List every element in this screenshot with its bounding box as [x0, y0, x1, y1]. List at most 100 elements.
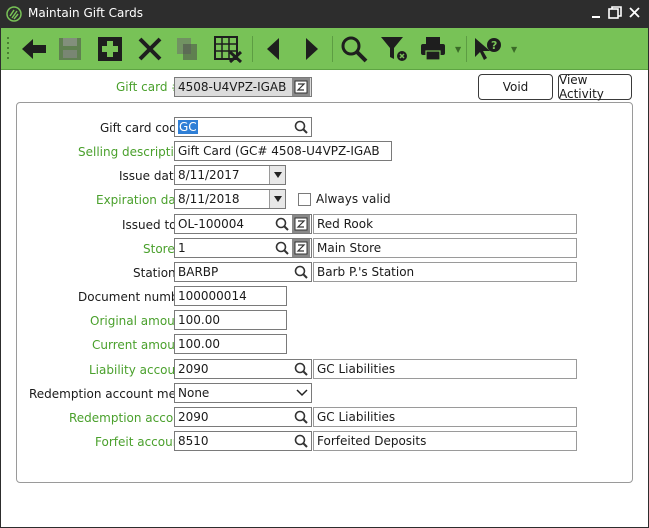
- station-lookup-button[interactable]: [292, 263, 310, 281]
- view-activity-button-label: View Activity: [559, 73, 604, 101]
- void-button[interactable]: Void: [478, 74, 553, 100]
- liability-account-lookup-button[interactable]: [292, 360, 310, 378]
- issue-date-dropdown-button[interactable]: [269, 166, 285, 184]
- gift-card-number-value: 4508-U4VPZ-IGAB: [178, 80, 287, 94]
- forfeit-account-lookup-button[interactable]: [292, 432, 310, 450]
- document-number-value: 100000014: [178, 289, 247, 303]
- maximize-button[interactable]: [606, 4, 624, 22]
- store-zoom-button[interactable]: [292, 239, 310, 257]
- issued-to-zoom-button[interactable]: [292, 215, 310, 233]
- document-number-input[interactable]: 100000014: [174, 286, 287, 306]
- toolbar-grip-icon: [7, 37, 9, 59]
- original-amount-value: 100.00: [178, 313, 220, 327]
- liability-account-description: GC Liabilities: [313, 359, 577, 379]
- issued-to-description-value: Red Rook: [317, 217, 374, 231]
- next-button[interactable]: [296, 33, 328, 65]
- store-value: 1: [178, 241, 186, 255]
- search-button[interactable]: [338, 33, 370, 65]
- minimize-icon: [592, 16, 600, 18]
- toolbar-separator: [252, 36, 253, 62]
- redemption-account-lookup-button[interactable]: [292, 408, 310, 426]
- station-value: BARBP: [178, 265, 219, 279]
- forfeit-account-value: 8510: [178, 434, 209, 448]
- toolbar-separator: [466, 36, 467, 62]
- current-amount-input[interactable]: 100.00: [174, 334, 287, 354]
- issued-to-description: Red Rook: [313, 214, 577, 234]
- original-amount-label: Original amount: [90, 314, 188, 328]
- add-button[interactable]: [94, 33, 126, 65]
- issued-to-value: OL-100004: [178, 217, 245, 231]
- search-icon: [275, 241, 289, 255]
- zoom-detail-icon: [294, 241, 308, 255]
- redemption-account-description: GC Liabilities: [313, 407, 577, 427]
- title-bar: Maintain Gift Cards: [0, 0, 649, 28]
- redemption-account-method-value: None: [178, 386, 210, 400]
- previous-arrow-icon: [267, 38, 279, 60]
- chevron-down-icon: [296, 389, 308, 397]
- previous-button[interactable]: [257, 33, 289, 65]
- maximize-icon: [608, 6, 622, 19]
- station-description-value: Barb P.'s Station: [317, 265, 415, 279]
- search-icon: [294, 362, 308, 376]
- issued-to-label: Issued to: [122, 218, 177, 232]
- search-icon: [294, 265, 308, 279]
- liability-account-value: 2090: [178, 362, 209, 376]
- station-description: Barb P.'s Station: [313, 262, 577, 282]
- grid-delete-button[interactable]: [212, 33, 244, 65]
- selling-description-value: Gift Card (GC# 4508-U4VPZ-IGAB: [178, 144, 380, 158]
- current-amount-label: Current amount: [92, 338, 188, 352]
- issued-to-lookup-button[interactable]: [273, 215, 291, 233]
- filter-icon: [381, 37, 407, 61]
- save-button[interactable]: [54, 33, 86, 65]
- current-amount-value: 100.00: [178, 337, 220, 351]
- print-dropdown-icon[interactable]: ▼: [455, 45, 461, 54]
- copy-button[interactable]: [172, 33, 204, 65]
- always-valid-label: Always valid: [316, 192, 391, 206]
- zoom-detail-icon: [294, 80, 308, 94]
- svg-text:?: ?: [491, 39, 497, 52]
- dropdown-arrow-icon: [273, 172, 282, 178]
- close-button[interactable]: [626, 4, 644, 22]
- filter-button[interactable]: [378, 33, 410, 65]
- search-icon: [341, 36, 368, 63]
- add-icon: [98, 37, 122, 61]
- selling-description-input[interactable]: Gift Card (GC# 4508-U4VPZ-IGAB: [174, 141, 392, 161]
- search-icon: [275, 217, 289, 231]
- grid-delete-icon: [214, 36, 243, 63]
- help-button[interactable]: ?: [472, 33, 504, 65]
- store-lookup-button[interactable]: [273, 239, 291, 257]
- void-button-label: Void: [502, 80, 529, 94]
- redemption-method-dropdown-button[interactable]: [293, 384, 311, 402]
- back-arrow-icon: [22, 39, 46, 59]
- view-activity-button[interactable]: View Activity: [558, 73, 632, 101]
- print-button[interactable]: [418, 33, 450, 65]
- help-cursor-icon: ?: [475, 38, 501, 60]
- printer-icon: [421, 37, 445, 61]
- expiration-date-dropdown-button[interactable]: [269, 190, 285, 208]
- window-title: Maintain Gift Cards: [28, 6, 143, 20]
- gift-card-code-lookup-button[interactable]: [292, 118, 310, 136]
- issue-date-value: 8/11/2017: [178, 168, 240, 182]
- delete-button[interactable]: [134, 33, 166, 65]
- original-amount-input[interactable]: 100.00: [174, 310, 287, 330]
- selling-description-label: Selling description: [78, 145, 189, 159]
- help-dropdown-icon[interactable]: ▼: [511, 45, 517, 54]
- search-icon: [294, 410, 308, 424]
- gift-card-number-label: Gift card #: [116, 80, 182, 94]
- forfeit-account-label: Forfeit account: [95, 435, 186, 449]
- redemption-account-value: 2090: [178, 410, 209, 424]
- gift-card-zoom-button[interactable]: [292, 78, 310, 96]
- always-valid-checkbox[interactable]: [298, 193, 311, 206]
- zoom-detail-icon: [294, 217, 308, 231]
- delete-x-icon: [138, 37, 162, 61]
- search-icon: [294, 434, 308, 448]
- redemption-account-method-select[interactable]: None: [174, 383, 312, 403]
- back-button[interactable]: [18, 33, 50, 65]
- station-label: Station: [133, 266, 176, 280]
- minimize-button[interactable]: [588, 4, 606, 22]
- store-description: Main Store: [313, 238, 577, 258]
- liability-account-description-value: GC Liabilities: [317, 362, 396, 376]
- dropdown-arrow-icon: [273, 196, 282, 202]
- liability-account-label: Liability account: [89, 363, 188, 377]
- forfeit-account-description: Forfeited Deposits: [313, 431, 577, 451]
